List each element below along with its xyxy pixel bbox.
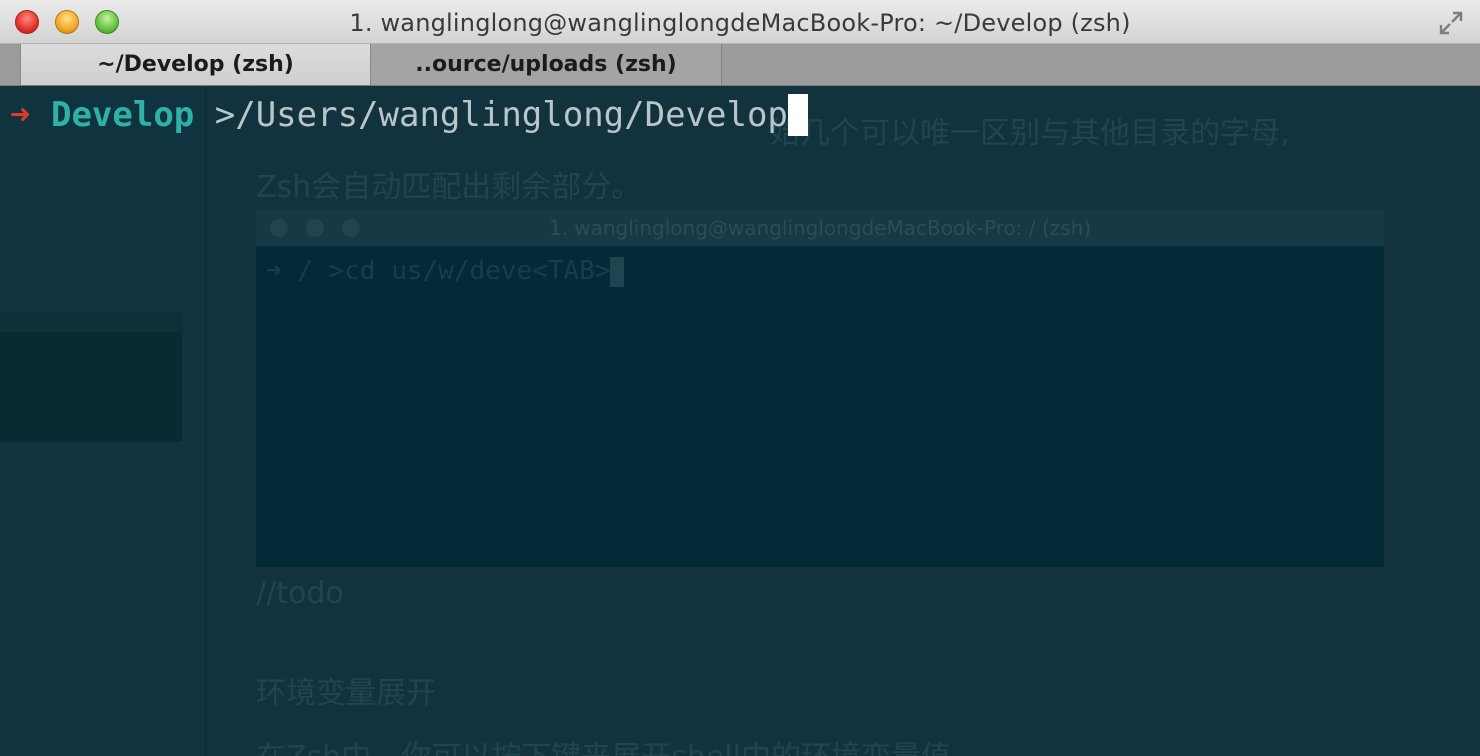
prompt-directory: Develop xyxy=(50,95,195,135)
background-todo: //todo xyxy=(256,576,344,611)
tab-develop[interactable]: ~/Develop (zsh) xyxy=(20,44,371,85)
background-sidebar-line xyxy=(0,312,182,332)
title-bar[interactable]: 1. wanglinglong@wanglinglongdeMacBook-Pr… xyxy=(0,0,1480,44)
background-text-line2: Zsh会自动匹配出剩余部分。 xyxy=(256,170,642,205)
prompt-arrow-icon: ➜ xyxy=(10,95,31,135)
tab-bar: ~/Develop (zsh) ..ource/uploads (zsh) xyxy=(0,44,1480,86)
background-inner-title: 1. wanglinglong@wanglinglongdeMacBook-Pr… xyxy=(548,216,1092,240)
background-sidebar-block xyxy=(0,332,182,442)
background-inner-command-text: ➜ / >cd us/w/deve<TAB> xyxy=(266,256,611,286)
background-heading: 环境变量展开 xyxy=(256,676,436,711)
background-inner-terminal: 1. wanglinglong@wanglinglongdeMacBook-Pr… xyxy=(256,210,1384,567)
background-text-line1: 始几个可以唯一区别与其他目录的字母, xyxy=(770,116,1290,151)
tab-uploads[interactable]: ..ource/uploads (zsh) xyxy=(371,44,722,85)
fullscreen-icon[interactable] xyxy=(1438,10,1464,36)
window-title: 1. wanglinglong@wanglinglongdeMacBook-Pr… xyxy=(349,9,1131,37)
background-inner-cursor xyxy=(610,256,625,287)
terminal-window: 1. wanglinglong@wanglinglongdeMacBook-Pr… xyxy=(0,0,1480,756)
terminal-output[interactable]: 始几个可以唯一区别与其他目录的字母, Zsh会自动匹配出剩余部分。 1. wan… xyxy=(0,86,1480,756)
background-inner-titlebar: 1. wanglinglong@wanglinglongdeMacBook-Pr… xyxy=(256,210,1384,246)
prompt-line[interactable]: ➜ Develop >/Users/wanglinglong/Develop xyxy=(10,94,808,136)
terminal-cursor xyxy=(787,94,808,136)
background-paragraph: 在Zsh中，你可以按下键来展开shell中的环境变量值 xyxy=(256,732,951,756)
prompt-path: >/Users/wanglinglong/Develop xyxy=(214,95,788,135)
background-inner-command: ➜ / >cd us/w/deve<TAB> xyxy=(266,256,625,287)
